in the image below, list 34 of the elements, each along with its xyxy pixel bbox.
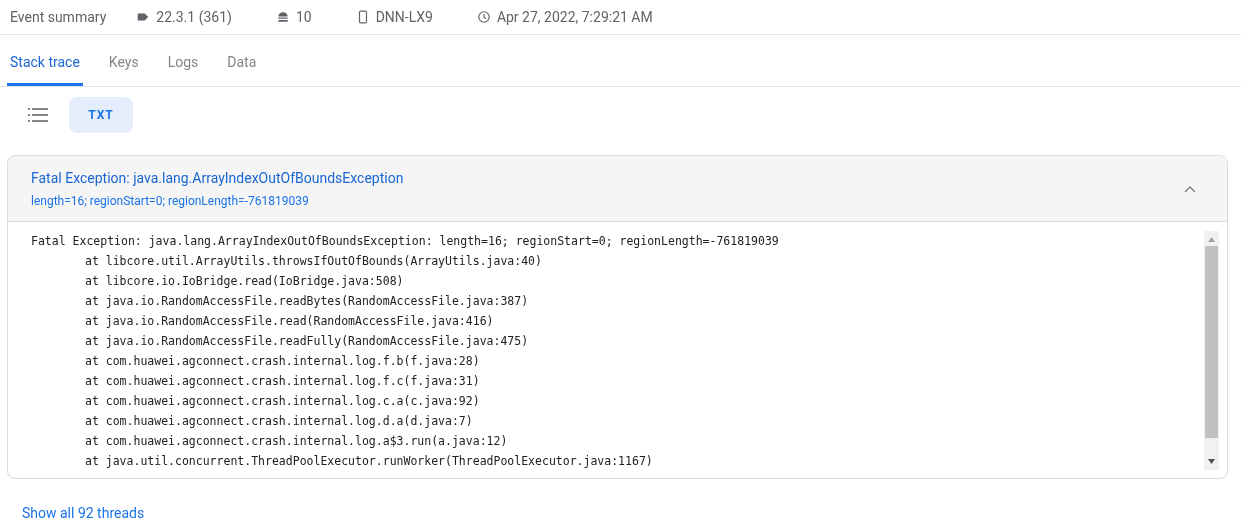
stack-frame-line: at com.huawei.agconnect.crash.internal.log.d.a(d.java:7) — [84, 413, 473, 430]
stack-frame-line: at com.huawei.agconnect.crash.internal.log.f.b(f.java:28) — [84, 353, 480, 370]
summary-value: DNN-LX9 — [375, 7, 433, 27]
stack-frame-line: at libcore.io.IoBridge.read(IoBridge.java:508) — [84, 273, 404, 290]
stack-frame-line: at java.io.RandomAccessFile.readFully(RandomAccessFile.java:475) — [84, 333, 529, 350]
summary-title: Event summary — [10, 7, 107, 27]
stack-frame-line: at com.huawei.agconnect.crash.internal.log.c.a(c.java:92) — [84, 393, 480, 410]
tab[interactable]: Stack trace — [7, 42, 83, 86]
clock-icon — [476, 10, 491, 24]
exception-line: Fatal Exception: java.lang.ArrayIndexOutOfBoundsException: length=16; regionStart=0; regionLength=-761819039 — [31, 233, 779, 250]
stack-frame-line: at java.io.RandomAccessFile.readBytes(RandomAccessFile.java:387) — [84, 293, 529, 310]
summary-value: 22.3.1 (361) — [156, 7, 232, 28]
stack-frame-line: at java.util.concurrent.ThreadPoolExecutor.runWorker(ThreadPoolExecutor.java:1167) — [84, 453, 653, 470]
stack-frame-line: at java.io.RandomAccessFile.read(RandomAccessFile.java:416) — [84, 313, 494, 330]
exception-message: length=16; regionStart=0; regionLength=-761819039 — [31, 192, 310, 210]
stack-frame-line: at com.huawei.agconnect.crash.internal.log.a$3.run(a.java:12) — [84, 433, 508, 450]
text-view-button[interactable]: TXT — [69, 97, 133, 133]
stack-frame-line: at com.huawei.agconnect.crash.internal.log.f.c(f.java:31) — [84, 373, 480, 390]
exception-header[interactable]: Fatal Exception: java.lang.ArrayIndexOutOfBoundsException length=16; regionStart=0; regionLength=-761819039 — [8, 156, 1227, 222]
scroll-down-icon[interactable] — [1208, 459, 1215, 464]
tab[interactable]: Keys — [105, 42, 142, 86]
list-icon — [28, 107, 48, 123]
tab[interactable]: Data — [224, 42, 260, 86]
exception-title: Fatal Exception: java.lang.ArrayIndexOutOfBoundsException — [31, 168, 404, 188]
chevron-icon[interactable] — [1184, 184, 1196, 193]
summary-value: Apr 27, 2022, 7:29:21 AM — [496, 7, 653, 27]
scroll-up-icon[interactable] — [1208, 237, 1215, 242]
scrollbar[interactable] — [1204, 231, 1219, 470]
show-all-threads-link[interactable]: Show all 92 threads — [22, 503, 145, 524]
summary-value: 10 — [295, 7, 312, 27]
scrollbar-thumb[interactable] — [1205, 246, 1218, 438]
android-icon — [275, 10, 290, 24]
tab[interactable]: Logs — [164, 42, 202, 86]
stack-frame-line: at libcore.util.ArrayUtils.throwsIfOutOfBounds(ArrayUtils.java:40) — [84, 253, 542, 270]
